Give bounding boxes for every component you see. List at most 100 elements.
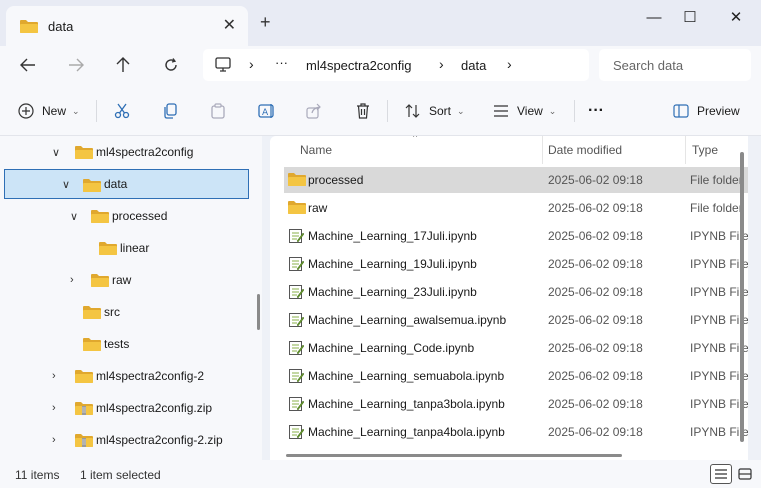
tiles-view-button[interactable] bbox=[734, 464, 756, 484]
zip-folder-icon bbox=[75, 434, 93, 447]
breadcrumb-ml4spectra2config[interactable]: ml4spectra2config bbox=[306, 58, 412, 73]
file-date: 2025-06-02 09:18 bbox=[548, 341, 643, 355]
horizontal-scrollbar[interactable] bbox=[286, 454, 622, 457]
folder-icon bbox=[83, 306, 101, 319]
tree-item[interactable]: › ml4spectra2config.zip bbox=[0, 393, 256, 423]
sort-label: Sort bbox=[429, 104, 452, 118]
chevron-right-icon[interactable]: › bbox=[52, 434, 56, 446]
details-view-icon bbox=[715, 469, 727, 479]
status-bar: 11 items 1 item selected bbox=[0, 460, 761, 488]
sort-button[interactable]: Sort ⌄ bbox=[405, 100, 465, 122]
sort-icon bbox=[405, 104, 420, 118]
tree-item[interactable]: › ml4spectra2config-2 bbox=[0, 361, 256, 391]
refresh-icon bbox=[165, 58, 177, 71]
refresh-button[interactable] bbox=[158, 54, 184, 76]
search-box[interactable] bbox=[599, 49, 751, 81]
file-row[interactable]: Machine_Learning_awalsemua.ipynb 2025-06-… bbox=[284, 307, 748, 333]
tree-item[interactable]: ∨ ml4spectra2config bbox=[0, 137, 256, 167]
tab-title: data bbox=[48, 18, 74, 34]
close-window-button[interactable]: ✕ bbox=[722, 6, 750, 28]
view-button[interactable]: View ⌄ bbox=[493, 100, 556, 122]
more-options-button[interactable]: ··· bbox=[588, 100, 604, 122]
file-row[interactable]: Machine_Learning_19Juli.ipynb 2025-06-02 … bbox=[284, 251, 748, 277]
up-button[interactable] bbox=[110, 54, 136, 76]
chevron-down-icon[interactable]: ∨ bbox=[70, 210, 78, 223]
copy-button[interactable] bbox=[162, 100, 178, 122]
folder-icon bbox=[83, 179, 101, 192]
back-button[interactable] bbox=[15, 54, 41, 76]
tab-data[interactable]: data ✕ bbox=[6, 6, 248, 46]
file-row[interactable]: Machine_Learning_semuabola.ipynb 2025-06-… bbox=[284, 363, 748, 389]
title-bar: data ✕ + — ☐ ✕ bbox=[0, 0, 761, 46]
column-header-type[interactable]: Type bbox=[692, 136, 718, 164]
address-row: › ··· ml4spectra2config › data › bbox=[0, 46, 761, 86]
arrow-up-icon bbox=[116, 57, 130, 72]
delete-button[interactable] bbox=[356, 100, 370, 122]
chevron-down-icon[interactable]: ∨ bbox=[62, 178, 70, 191]
file-row[interactable]: Machine_Learning_tanpa3bola.ipynb 2025-06… bbox=[284, 391, 748, 417]
forward-button[interactable] bbox=[63, 54, 89, 76]
folder-icon bbox=[99, 242, 117, 255]
clipboard-icon bbox=[211, 103, 225, 119]
folder-icon bbox=[288, 173, 306, 186]
chevron-right-icon[interactable]: › bbox=[52, 370, 56, 382]
selection-count: 1 item selected bbox=[80, 468, 161, 482]
file-row[interactable]: Machine_Learning_tanpa4bola.ipynb 2025-06… bbox=[284, 419, 748, 445]
chevron-down-icon[interactable]: ∨ bbox=[52, 146, 60, 159]
search-input[interactable] bbox=[599, 49, 751, 81]
file-type: File folder bbox=[690, 201, 743, 215]
details-view-button[interactable] bbox=[710, 464, 732, 484]
scissors-icon bbox=[114, 103, 130, 119]
column-divider[interactable] bbox=[542, 136, 543, 164]
tree-item[interactable]: tests bbox=[0, 329, 256, 359]
file-date: 2025-06-02 09:18 bbox=[548, 313, 643, 327]
new-button[interactable]: New ⌄ bbox=[18, 100, 80, 122]
tree-item[interactable]: › raw bbox=[0, 265, 256, 295]
folder-icon bbox=[83, 338, 101, 351]
file-name: raw bbox=[308, 201, 328, 215]
chevron-down-icon: ⌄ bbox=[72, 105, 80, 116]
tree-scrollbar[interactable] bbox=[257, 294, 260, 330]
file-row[interactable]: raw 2025-06-02 09:18 File folder bbox=[284, 195, 748, 221]
column-header-name[interactable]: Name bbox=[300, 136, 332, 164]
maximize-button[interactable]: ☐ bbox=[676, 6, 704, 28]
column-header-date[interactable]: Date modified bbox=[548, 136, 622, 164]
preview-label: Preview bbox=[697, 104, 740, 118]
tree-item-label: tests bbox=[104, 337, 130, 351]
file-name: Machine_Learning_19Juli.ipynb bbox=[308, 257, 477, 271]
new-tab-button[interactable]: + bbox=[260, 12, 271, 33]
breadcrumb-separator-icon: › bbox=[507, 56, 512, 72]
file-date: 2025-06-02 09:18 bbox=[548, 369, 643, 383]
minimize-button[interactable]: — bbox=[640, 6, 668, 28]
paste-button[interactable] bbox=[210, 100, 226, 122]
notebook-file-icon bbox=[289, 425, 304, 439]
tree-item[interactable]: › ml4spectra2config-2.zip bbox=[0, 425, 256, 455]
tree-item-label: ml4spectra2config-2.zip bbox=[96, 433, 223, 447]
tree-item[interactable]: linear bbox=[0, 233, 256, 263]
file-row[interactable]: Machine_Learning_23Juli.ipynb 2025-06-02 … bbox=[284, 279, 748, 305]
tree-item[interactable]: ∨ data bbox=[4, 169, 249, 199]
tree-item[interactable]: ∨ processed bbox=[0, 201, 256, 231]
command-bar: New ⌄ A Sort ⌄ View ⌄ ··· Preview bbox=[0, 86, 761, 136]
tree-item[interactable]: src bbox=[0, 297, 256, 327]
trash-icon bbox=[357, 103, 369, 119]
preview-button[interactable]: Preview bbox=[673, 100, 740, 122]
file-row[interactable]: processed 2025-06-02 09:18 File folder bbox=[284, 167, 748, 193]
sort-ascending-icon: ^ bbox=[413, 136, 418, 142]
chevron-right-icon[interactable]: › bbox=[70, 274, 74, 286]
address-bar[interactable]: › ··· ml4spectra2config › data › bbox=[203, 49, 589, 81]
breadcrumb-data[interactable]: data bbox=[461, 58, 486, 73]
chevron-right-icon[interactable]: › bbox=[52, 402, 56, 414]
file-row[interactable]: Machine_Learning_Code.ipynb 2025-06-02 09… bbox=[284, 335, 748, 361]
vertical-scrollbar[interactable] bbox=[740, 152, 744, 442]
file-row[interactable]: Machine_Learning_17Juli.ipynb 2025-06-02 … bbox=[284, 223, 748, 249]
close-tab-icon[interactable]: ✕ bbox=[223, 15, 236, 35]
share-button[interactable] bbox=[306, 100, 322, 122]
column-divider[interactable] bbox=[685, 136, 686, 164]
cut-button[interactable] bbox=[114, 100, 130, 122]
view-icon bbox=[494, 105, 508, 117]
breadcrumb-overflow[interactable]: ··· bbox=[275, 55, 288, 70]
rename-button[interactable]: A bbox=[258, 100, 276, 122]
divider bbox=[574, 100, 575, 122]
arrow-right-icon bbox=[69, 58, 84, 72]
